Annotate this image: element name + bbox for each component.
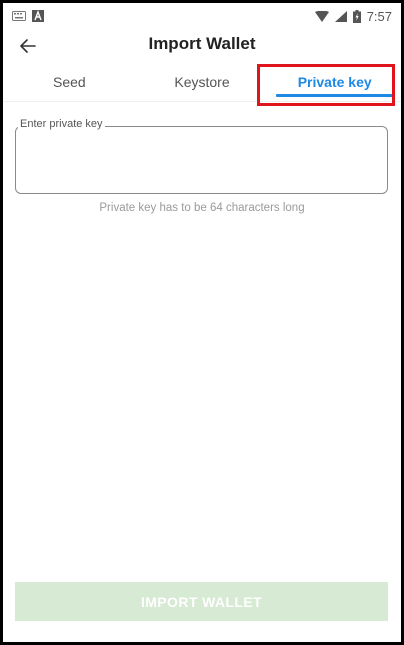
private-key-input[interactable]	[20, 138, 384, 190]
tab-private-key-label: Private key	[297, 74, 372, 90]
import-tabs: Seed Keystore Private key	[3, 63, 401, 102]
tab-keystore[interactable]: Keystore	[136, 63, 269, 101]
page-title: Import Wallet	[148, 34, 256, 53]
notification-a-icon	[32, 10, 44, 22]
private-key-helper-text: Private key has to be 64 characters long	[99, 202, 305, 214]
wifi-icon	[314, 10, 329, 22]
signal-icon	[334, 10, 347, 22]
battery-icon	[352, 9, 361, 23]
status-bar: 7:57	[6, 6, 398, 26]
private-key-field-label: Enter private key	[18, 118, 105, 130]
tab-keystore-label: Keystore	[174, 74, 230, 90]
active-tab-indicator	[276, 94, 394, 97]
tab-seed-label: Seed	[52, 74, 86, 90]
app-toolbar: Import Wallet	[6, 26, 398, 66]
status-left	[12, 10, 44, 22]
status-time: 7:57	[366, 8, 392, 24]
keyboard-icon	[12, 11, 26, 21]
tab-seed[interactable]: Seed	[3, 63, 136, 101]
tab-private-key[interactable]: Private key	[268, 63, 401, 101]
status-right: 7:57	[314, 8, 392, 24]
import-wallet-button[interactable]: IMPORT WALLET	[15, 582, 388, 621]
